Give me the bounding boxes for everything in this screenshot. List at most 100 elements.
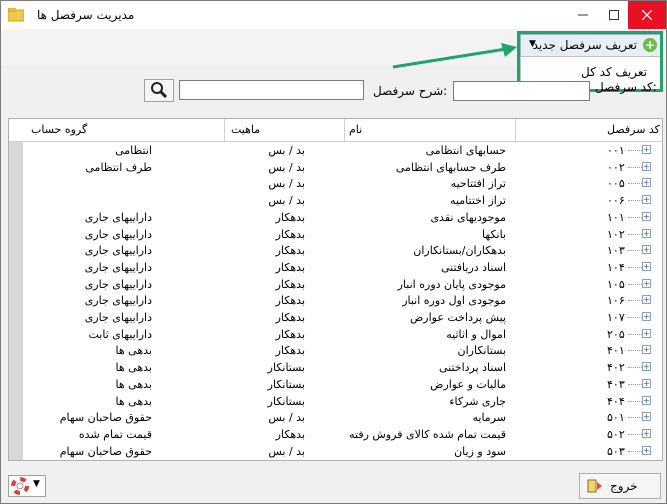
expand-icon[interactable]: + xyxy=(642,328,651,338)
expand-icon[interactable]: + xyxy=(642,412,651,422)
footer xyxy=(1,465,666,503)
lifebuoy-icon xyxy=(11,477,29,495)
column-header-name[interactable]: نام xyxy=(349,123,362,136)
cell-group: بدهی ها xyxy=(115,394,152,408)
expand-icon[interactable]: + xyxy=(642,378,651,388)
cell-name: تراز افتتاحیه xyxy=(450,177,506,191)
cell-group: داراییهای ثابت xyxy=(88,327,152,341)
table-row[interactable]: +۰۰۶ تراز اختتامیه بد / بس xyxy=(9,192,662,209)
exit-label: خروج xyxy=(610,479,638,493)
cell-name: تراز اختتامیه xyxy=(450,194,506,208)
cell-name: موجودی اول دوره انبار xyxy=(402,294,506,308)
cell-nature: بدهکار xyxy=(275,277,305,291)
table-row[interactable]: +۱۰۱ موجودیهای نقدی بدهکار داراییهای جاری xyxy=(9,209,662,226)
table-row[interactable]: +۴۰۱ بستانکاران بدهکار بدهی ها xyxy=(9,342,662,359)
header-desc-label: شرح سرفصل: xyxy=(373,84,448,98)
cell-nature: بستانکار xyxy=(267,394,305,408)
cell-nature: بد / بس xyxy=(268,160,305,174)
expand-icon[interactable]: + xyxy=(642,278,651,288)
cell-nature: بدهکار xyxy=(275,344,305,358)
expand-icon[interactable]: + xyxy=(642,295,651,305)
tree-connector xyxy=(628,367,642,369)
column-divider xyxy=(515,119,516,141)
table-row[interactable]: +۵۰۲ قیمت تمام شده کالای فروش رفته بدهکار ق… xyxy=(9,426,662,443)
expand-icon[interactable]: + xyxy=(642,445,651,455)
cell-name: اسناد دریافتنی xyxy=(440,260,506,274)
maximize-icon xyxy=(608,10,619,20)
cell-code: ۰۰۱ xyxy=(607,144,625,157)
expand-icon[interactable]: + xyxy=(642,345,651,355)
header-code-label: کد سرفصل: xyxy=(595,80,657,94)
expand-icon[interactable]: + xyxy=(642,211,651,221)
cell-group: طرف انتظامی xyxy=(85,160,152,174)
table-row[interactable]: +۱۰۳ بدهکاران/بستانکاران بدهکار داراییهای ج… xyxy=(9,242,662,259)
cell-name: پیش پرداخت عوارض xyxy=(410,311,506,324)
expand-icon[interactable]: + xyxy=(642,178,651,188)
cell-group: قیمت تمام شده xyxy=(78,427,152,441)
cell-group: داراییهای جاری xyxy=(84,277,152,291)
expand-icon[interactable]: + xyxy=(642,312,651,321)
expand-icon[interactable]: + xyxy=(642,395,651,405)
main-window: مدیریت سرفصل ها ▼ تعریف سرفصل جدید + تعر… xyxy=(0,0,667,504)
table-row[interactable]: +۰۰۱ حسابهای انتظامی بد / بس انتظامی xyxy=(9,142,662,159)
cell-name: موجودیهای نقدی xyxy=(430,210,506,224)
cell-code: ۰۰۲ xyxy=(607,160,625,174)
cell-code: ۴۰۳ xyxy=(607,377,625,391)
column-header-code[interactable]: کد سرفصل xyxy=(607,123,660,136)
table-row[interactable]: +۱۰۴ اسناد دریافتنی بدهکار داراییهای جاری xyxy=(9,259,662,276)
expand-icon[interactable]: + xyxy=(642,245,651,255)
cell-nature: بد / بس xyxy=(268,411,305,425)
table-row[interactable]: +۰۰۵ تراز افتتاحیه بد / بس xyxy=(9,175,662,192)
table-row[interactable]: +۲۰۵ اموال و اثاثیه بدهکار داراییهای ثابت xyxy=(9,326,662,343)
table-row[interactable]: +۴۰۲ اسناد پرداختنی بستانکار بدهی ها xyxy=(9,359,662,376)
expand-icon[interactable]: + xyxy=(642,195,651,205)
cell-group: انتظامی xyxy=(115,144,152,157)
cell-code: ۱۰۱ xyxy=(607,210,625,224)
cell-group: بدهی ها xyxy=(115,361,152,375)
pointer-arrow-icon xyxy=(392,43,517,69)
cell-name: سود و زیان xyxy=(454,444,506,458)
close-button[interactable] xyxy=(628,1,666,29)
table-row[interactable]: +۵۰۱ سرمایه بد / بس حقوق صاحبان سهام xyxy=(9,409,662,426)
cell-nature: بدهکار xyxy=(275,311,305,324)
column-header-nature[interactable]: ماهیت xyxy=(231,123,260,136)
title-bar: مدیریت سرفصل ها xyxy=(1,1,666,29)
column-divider xyxy=(224,119,225,141)
table-row[interactable]: +۴۰۳ مالیات و عوارض بستانکار بدهی ها xyxy=(9,376,662,393)
minimize-button[interactable] xyxy=(567,1,598,29)
tree-connector xyxy=(628,250,642,252)
table-row[interactable]: +۴۰۴ جاری شرکاء بستانکار بدهی ها xyxy=(9,393,662,410)
table-row[interactable]: +۱۰۷ پیش پرداخت عوارض بدهکار داراییهای جاری xyxy=(9,309,662,326)
cell-nature: بد / بس xyxy=(268,194,305,208)
cell-code: ۵۰۲ xyxy=(607,427,625,441)
expand-icon[interactable]: + xyxy=(642,228,651,238)
table-row[interactable]: +۵۰۳ سود و زیان بد / بس حقوق صاحبان سهام xyxy=(9,443,662,460)
column-header-group[interactable]: گروه حساب xyxy=(31,123,87,136)
expand-icon[interactable]: + xyxy=(642,261,651,271)
search-button[interactable] xyxy=(144,79,174,102)
exit-button[interactable]: خروج xyxy=(579,473,661,499)
cell-nature: بد / بس xyxy=(268,144,305,157)
expand-icon[interactable]: + xyxy=(642,161,651,171)
table-row[interactable]: +۰۰۲ طرف حسابهای انتظامی بد / بس طرف انتظام… xyxy=(9,159,662,176)
table-row[interactable]: +۱۰۶ موجودی اول دوره انبار بدهکار داراییهای… xyxy=(9,292,662,309)
cell-group: داراییهای جاری xyxy=(84,311,152,324)
cell-code: ۱۰۳ xyxy=(607,244,625,258)
expand-icon[interactable]: + xyxy=(642,145,651,154)
cell-code: ۵۰۱ xyxy=(607,411,625,425)
table-row[interactable]: +۱۰۵ موجودی پایان دوره انبار بدهکار داراییه… xyxy=(9,276,662,293)
language-selector[interactable]: ▼ xyxy=(8,475,46,497)
cell-group: داراییهای جاری xyxy=(84,227,152,241)
cell-code: ۱۰۴ xyxy=(607,260,625,274)
expand-icon[interactable]: + xyxy=(642,428,651,438)
tree-connector xyxy=(628,450,642,453)
maximize-button[interactable] xyxy=(598,1,629,29)
expand-icon[interactable]: + xyxy=(642,362,651,372)
table-row[interactable]: +۱۰۲ بانکها بدهکار داراییهای جاری xyxy=(9,226,662,243)
tree-connector xyxy=(628,283,642,286)
header-code-input[interactable] xyxy=(453,81,590,101)
cell-group: داراییهای جاری xyxy=(84,260,152,274)
header-desc-input[interactable] xyxy=(179,80,364,100)
cell-nature: بدهکار xyxy=(275,427,305,441)
close-icon xyxy=(642,10,652,20)
